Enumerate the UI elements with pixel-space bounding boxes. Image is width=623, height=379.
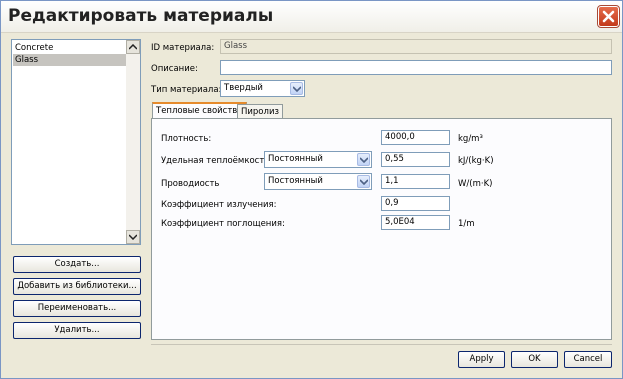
tab-thermal-properties[interactable]: Тепловые свойства: [152, 102, 247, 119]
absorption-label: Коэффициент поглощения:: [161, 219, 285, 229]
scroll-up-button[interactable]: [126, 40, 140, 54]
absorption-unit: 1/m: [458, 219, 475, 229]
absorption-field[interactable]: 5,0E04: [381, 215, 450, 230]
create-button[interactable]: Создать...: [13, 256, 141, 273]
ok-button[interactable]: OK: [511, 351, 558, 368]
window-title: Редактировать материалы: [8, 6, 274, 26]
chevron-down-icon: [129, 234, 137, 240]
add-from-library-button[interactable]: Добавить из библиотеки...: [13, 278, 141, 295]
apply-button[interactable]: Apply: [458, 351, 505, 368]
density-field[interactable]: 4000,0: [381, 130, 450, 145]
list-scrollbar[interactable]: [126, 40, 140, 244]
emissivity-field[interactable]: 0,9: [381, 196, 450, 211]
material-id-label: ID материала:: [151, 43, 215, 53]
specific-heat-unit: kJ/(kg·K): [458, 156, 494, 166]
material-id-field: Glass: [220, 39, 612, 54]
chevron-down-icon: [293, 86, 301, 92]
chevron-down-icon: [360, 179, 368, 185]
conductivity-field[interactable]: 1,1: [381, 174, 450, 189]
list-item[interactable]: Glass: [13, 54, 126, 66]
specific-heat-label: Удельная теплоёмкость: [161, 156, 270, 166]
conductivity-unit: W/(m·K): [458, 179, 493, 189]
separator: [151, 344, 612, 345]
materials-list[interactable]: Concrete Glass: [11, 39, 141, 245]
description-label: Описание:: [151, 64, 198, 74]
specific-heat-mode-select[interactable]: Постоянный: [264, 151, 372, 168]
cancel-button[interactable]: Cancel: [564, 351, 612, 368]
delete-button[interactable]: Удалить...: [13, 322, 141, 339]
chevron-down-icon: [360, 157, 368, 163]
title-bar: Редактировать материалы: [1, 1, 622, 33]
close-icon: [602, 10, 615, 23]
conductivity-mode-select[interactable]: Постоянный: [264, 173, 372, 190]
edit-materials-window: Редактировать материалы Concrete Glass С…: [0, 0, 623, 379]
list-item[interactable]: Concrete: [13, 42, 126, 54]
material-type-select[interactable]: Твердый: [220, 80, 305, 97]
dropdown-button[interactable]: [357, 175, 370, 188]
dropdown-button[interactable]: [290, 82, 303, 95]
specific-heat-mode-value: Постоянный: [268, 154, 323, 164]
chevron-up-icon: [129, 44, 137, 50]
specific-heat-field[interactable]: 0,55: [381, 152, 450, 167]
conductivity-label: Проводиость: [161, 179, 220, 189]
close-button[interactable]: [597, 5, 620, 28]
material-type-label: Тип материала:: [151, 85, 222, 95]
conductivity-mode-value: Постоянный: [268, 176, 323, 186]
description-field[interactable]: [220, 60, 612, 75]
material-type-value: Твердый: [224, 83, 263, 93]
dropdown-button[interactable]: [357, 153, 370, 166]
rename-button[interactable]: Переименовать...: [13, 300, 141, 317]
scroll-down-button[interactable]: [126, 230, 140, 244]
emissivity-label: Коэффициент излучения:: [161, 200, 277, 210]
density-label: Плотность:: [161, 134, 212, 144]
density-unit: kg/m³: [458, 134, 483, 144]
